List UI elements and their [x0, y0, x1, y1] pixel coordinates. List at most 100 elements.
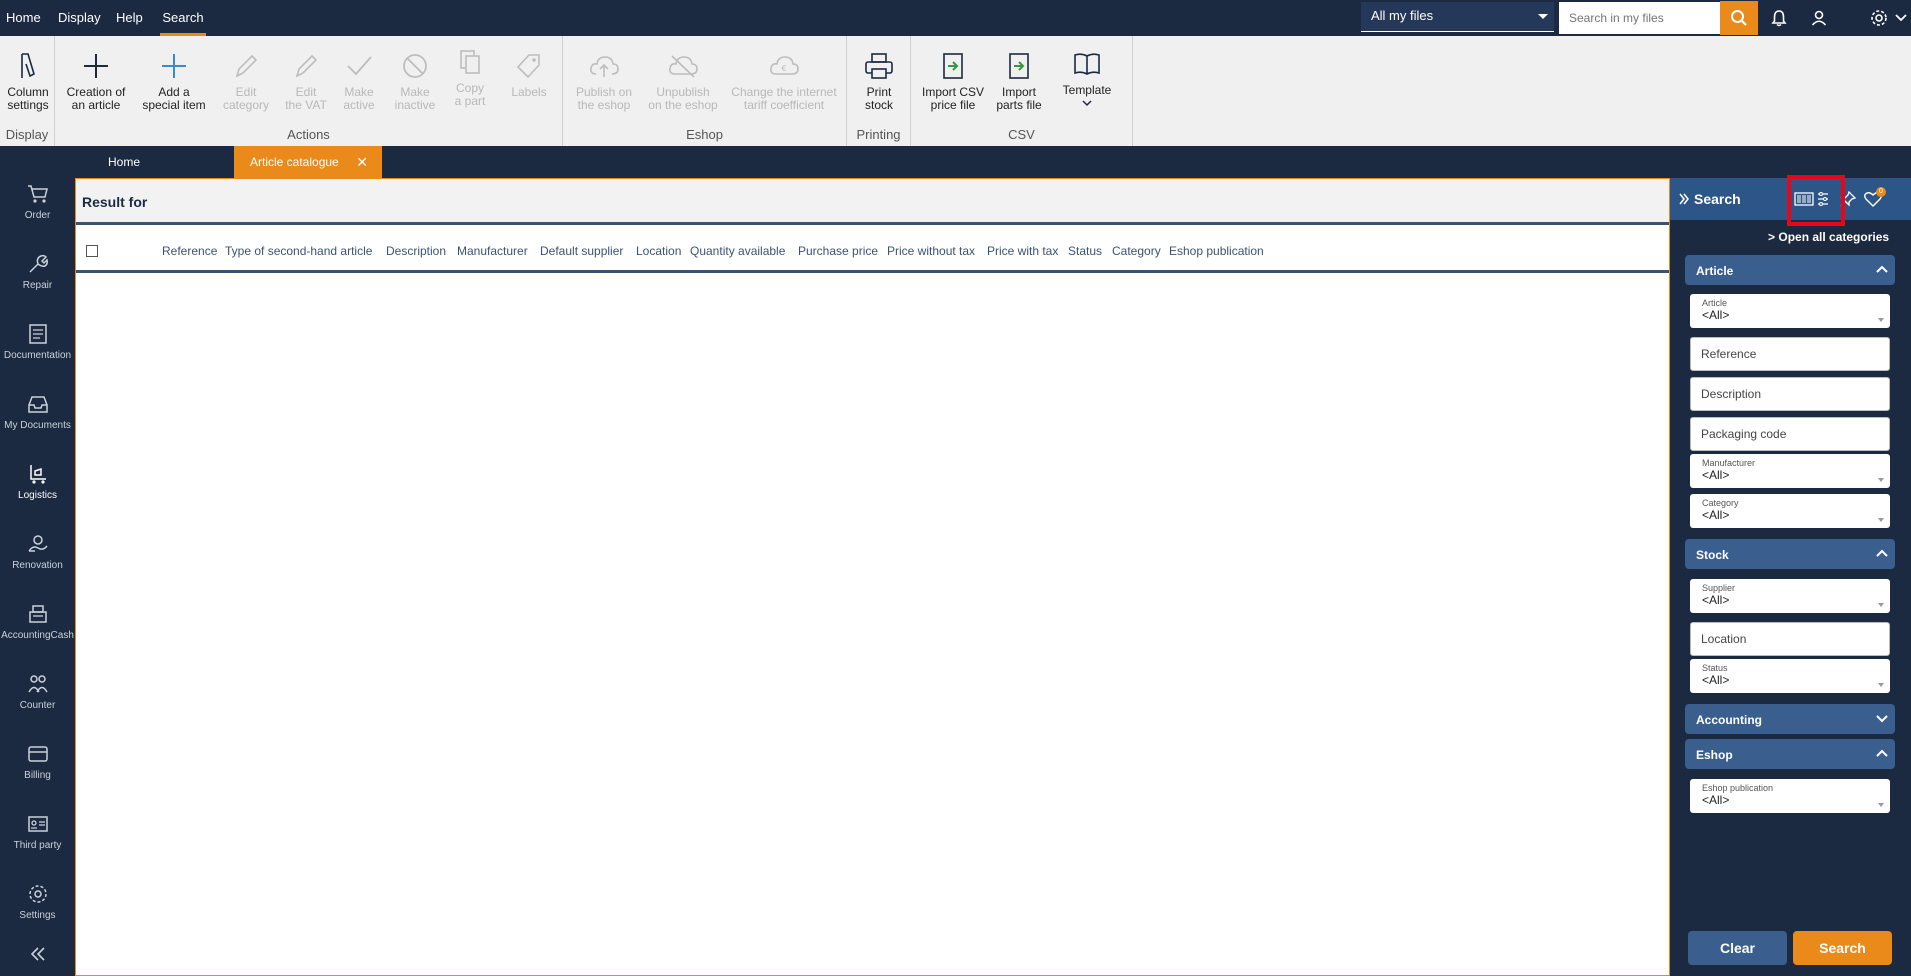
- select-all-checkbox[interactable]: [86, 245, 98, 257]
- section-eshop-label: Eshop: [1696, 748, 1733, 762]
- column-quantity-available[interactable]: Quantity available: [690, 244, 785, 258]
- supplier-select[interactable]: Supplier <All>: [1690, 579, 1890, 613]
- creation-article-button[interactable]: Creation of an article: [65, 50, 127, 112]
- packaging-code-field[interactable]: [1690, 417, 1890, 451]
- column-location[interactable]: Location: [636, 244, 681, 258]
- eshop-publication-select-value: <All>: [1702, 793, 1730, 807]
- nav-documentation[interactable]: Documentation: [0, 316, 75, 376]
- section-accounting[interactable]: Accounting: [1685, 704, 1895, 734]
- manufacturer-select[interactable]: Manufacturer <All>: [1690, 454, 1890, 488]
- edit-category-label-2: category: [222, 98, 270, 112]
- location-field[interactable]: [1690, 622, 1890, 656]
- reference-field[interactable]: [1690, 337, 1890, 371]
- print-stock-button[interactable]: Print stock: [855, 50, 903, 112]
- nav-third-party[interactable]: Third party: [0, 806, 75, 866]
- column-reference[interactable]: Reference: [162, 244, 217, 258]
- close-icon[interactable]: ✕: [356, 146, 368, 178]
- section-eshop[interactable]: Eshop: [1685, 739, 1895, 769]
- tab-home[interactable]: Home: [108, 146, 140, 178]
- gear-icon[interactable]: [1868, 7, 1890, 29]
- files-filter-select[interactable]: All my files: [1361, 2, 1554, 32]
- column-price-without-tax[interactable]: Price without tax: [887, 244, 975, 258]
- change-tariff-button[interactable]: € Change the internet tariff coefficient: [727, 50, 841, 112]
- supplier-select-label: Supplier: [1702, 583, 1736, 593]
- description-field[interactable]: [1690, 377, 1890, 411]
- tag-icon: [513, 50, 545, 82]
- nav-logistics-label: Logistics: [18, 490, 57, 501]
- article-select[interactable]: Article <All>: [1690, 294, 1890, 328]
- bell-icon[interactable]: [1768, 7, 1790, 29]
- column-default-supplier[interactable]: Default supplier: [540, 244, 623, 258]
- import-file-icon: [937, 50, 969, 82]
- search-submit-button[interactable]: Search: [1793, 931, 1892, 965]
- id-card-icon: [26, 812, 50, 836]
- double-chevron-right-icon[interactable]: [1678, 192, 1690, 206]
- make-active-button[interactable]: Make active: [337, 50, 381, 112]
- nav-order[interactable]: Order: [0, 176, 75, 236]
- labels-label: Labels: [511, 85, 547, 99]
- collapse-nav-button[interactable]: [0, 936, 75, 966]
- column-price-with-tax[interactable]: Price with tax: [987, 244, 1058, 258]
- open-all-label: Open all categories: [1778, 230, 1890, 244]
- eshop-publication-select[interactable]: Eshop publication <All>: [1690, 779, 1890, 813]
- column-category[interactable]: Category: [1112, 244, 1161, 258]
- edit-vat-button[interactable]: Edit the VAT: [281, 50, 331, 112]
- menu-display[interactable]: Display: [58, 0, 101, 36]
- manufacturer-select-label: Manufacturer: [1702, 458, 1756, 468]
- column-status[interactable]: Status: [1068, 244, 1102, 258]
- chevron-down-icon: [1878, 803, 1884, 807]
- category-select[interactable]: Category <All>: [1690, 494, 1890, 528]
- cloud-upload-icon: [588, 50, 620, 82]
- column-eshop-publication[interactable]: Eshop publication: [1169, 244, 1264, 258]
- nav-my-documents[interactable]: My Documents: [0, 386, 75, 446]
- forklift-icon: [26, 462, 50, 486]
- section-stock[interactable]: Stock: [1685, 539, 1895, 569]
- status-select[interactable]: Status <All>: [1690, 659, 1890, 693]
- search-input[interactable]: [1559, 2, 1720, 34]
- user-icon[interactable]: [1808, 7, 1830, 29]
- favorites-badge: 0: [1876, 187, 1886, 197]
- nav-accounting-cash[interactable]: AccountingCash: [0, 596, 75, 656]
- group-label-display: Display: [5, 127, 49, 142]
- template-button[interactable]: Template: [1057, 48, 1117, 107]
- section-article[interactable]: Article: [1685, 255, 1895, 285]
- status-select-value: <All>: [1702, 673, 1730, 687]
- menu-help[interactable]: Help: [116, 0, 143, 36]
- column-description[interactable]: Description: [386, 244, 446, 258]
- labels-button[interactable]: Labels: [507, 50, 551, 99]
- menu-search[interactable]: Search: [160, 0, 206, 36]
- copy-part-button[interactable]: Copy a part: [448, 46, 492, 108]
- nav-renovation[interactable]: Renovation: [0, 526, 75, 586]
- menu-home[interactable]: Home: [6, 0, 41, 36]
- add-special-item-button[interactable]: Add a special item: [141, 50, 207, 112]
- publish-eshop-button[interactable]: Publish on the eshop: [569, 50, 639, 112]
- column-manufacturer[interactable]: Manufacturer: [457, 244, 528, 258]
- nav-repair[interactable]: Repair: [0, 246, 75, 306]
- tab-bar: Home Article catalogue ✕: [75, 146, 1911, 178]
- clear-button[interactable]: Clear: [1688, 931, 1787, 965]
- category-select-value: <All>: [1702, 508, 1730, 522]
- column-settings-button[interactable]: Column settings: [3, 50, 53, 112]
- svg-text:€: €: [781, 64, 786, 73]
- nav-counter[interactable]: Counter: [0, 666, 75, 726]
- edit-category-button[interactable]: Edit category: [221, 50, 271, 112]
- tab-article-catalogue[interactable]: Article catalogue ✕: [234, 146, 382, 178]
- status-select-label: Status: [1702, 663, 1728, 673]
- creation-article-label-2: an article: [71, 98, 121, 112]
- nav-billing[interactable]: Billing: [0, 736, 75, 796]
- unpublish-eshop-button[interactable]: Unpublish on the eshop: [643, 50, 723, 112]
- open-all-categories-link[interactable]: > Open all categories: [1768, 230, 1889, 244]
- group-label-printing: Printing: [856, 127, 901, 142]
- column-purchase-price[interactable]: Purchase price: [798, 244, 878, 258]
- import-parts-button[interactable]: Import parts file: [991, 50, 1047, 112]
- search-button[interactable]: [1720, 1, 1758, 35]
- nav-settings[interactable]: Settings: [0, 876, 75, 936]
- column-type-second-hand[interactable]: Type of second-hand article: [225, 244, 372, 258]
- publish-eshop-label-2: the eshop: [577, 98, 631, 112]
- ribbon-group-actions: Creation of an article Add a special ite…: [55, 36, 563, 146]
- import-csv-price-button[interactable]: Import CSV price file: [919, 50, 987, 112]
- printer-icon: [863, 50, 895, 82]
- chevron-down-icon[interactable]: [1893, 7, 1909, 29]
- nav-logistics[interactable]: Logistics: [0, 456, 75, 516]
- make-inactive-button[interactable]: Make inactive: [392, 50, 438, 112]
